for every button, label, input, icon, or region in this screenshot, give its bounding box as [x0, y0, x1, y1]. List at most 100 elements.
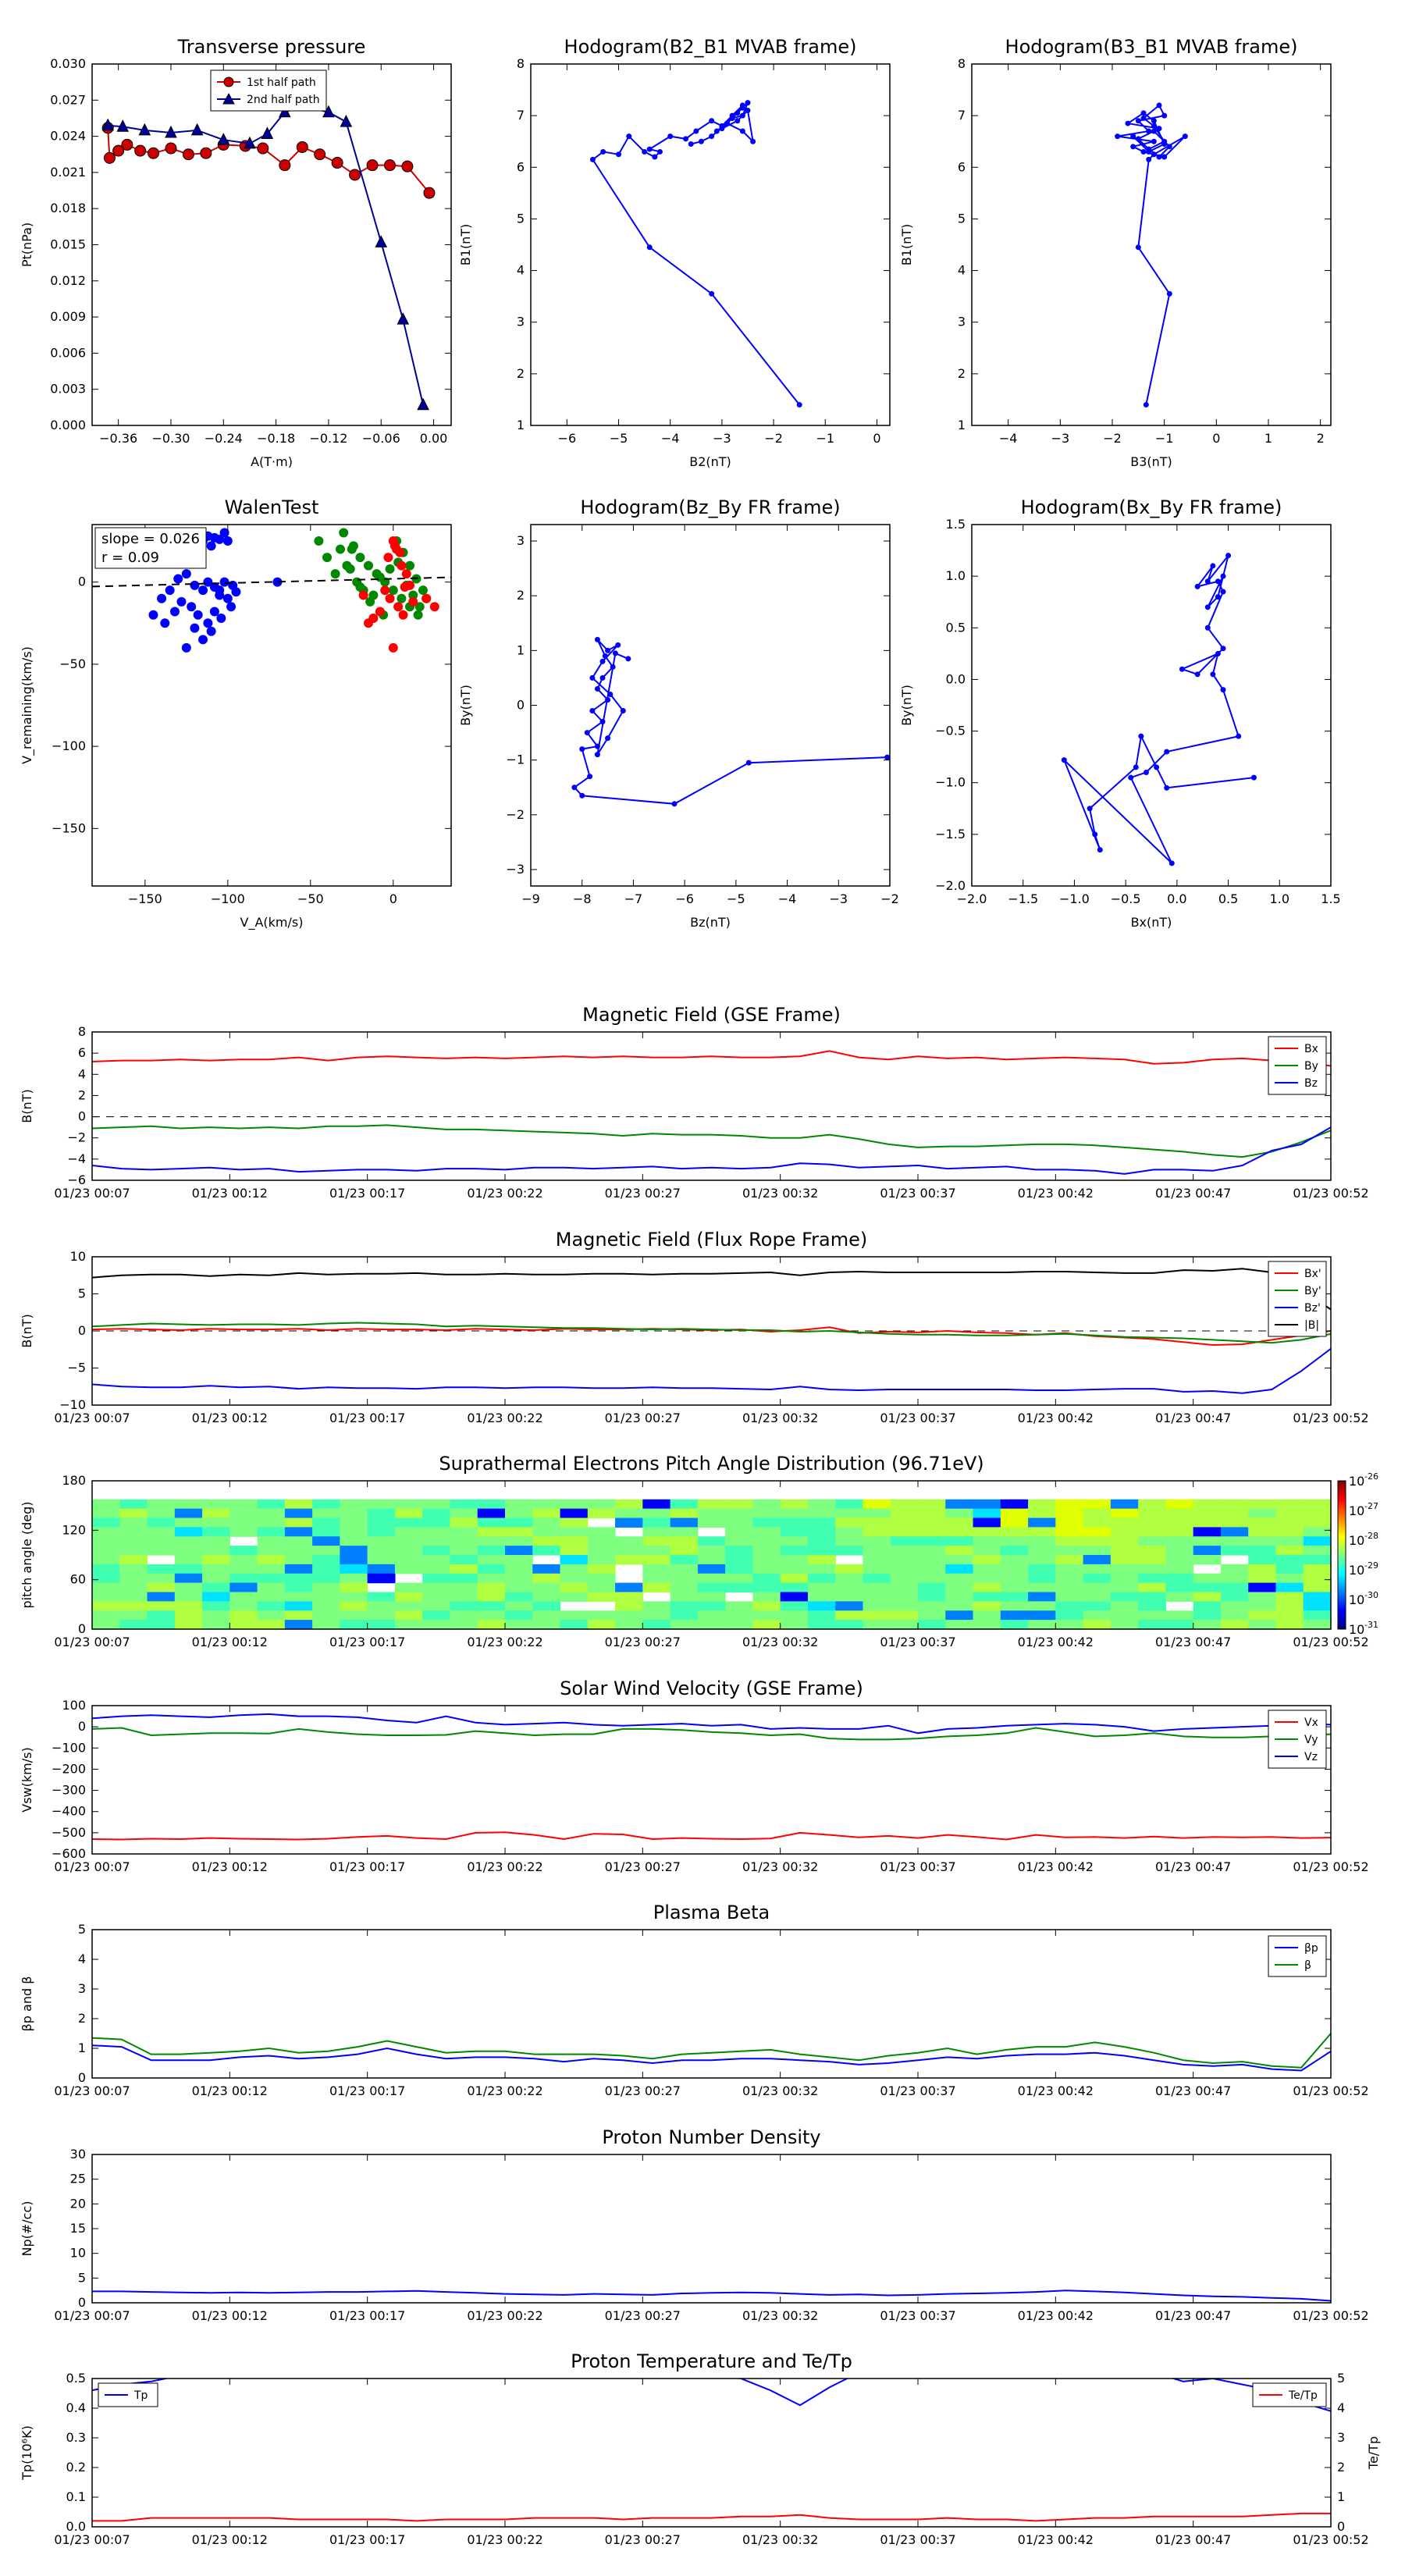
- y-tick-label: 0: [78, 1323, 86, 1338]
- heatmap-cell: [973, 1555, 1001, 1565]
- heatmap-cell: [1055, 1508, 1084, 1519]
- x-tick-label: −0.24: [205, 431, 243, 446]
- heatmap-cell: [945, 1517, 974, 1528]
- x-axis-label: A(T·m): [251, 454, 293, 469]
- data-point: [1164, 785, 1170, 791]
- x-tick-label: −50: [297, 891, 324, 906]
- heatmap-cell: [1055, 1573, 1084, 1584]
- r-annotation: r = 0.09: [101, 550, 159, 566]
- heatmap-cell: [807, 1499, 836, 1510]
- heatmap-cell: [780, 1536, 809, 1546]
- heatmap-cell: [1248, 1564, 1277, 1574]
- data-point: [148, 610, 158, 620]
- x-tick-label: 01/23 00:32: [742, 2308, 818, 2323]
- data-point: [1097, 847, 1103, 853]
- heatmap-cell: [119, 1517, 148, 1528]
- heatmap-cell: [945, 1610, 974, 1621]
- x-tick-label: −1.5: [1008, 891, 1038, 906]
- data-point: [198, 635, 208, 645]
- plot-area: [92, 1713, 1331, 1841]
- heatmap-cell: [477, 1517, 506, 1528]
- heatmap-cell: [780, 1592, 809, 1602]
- data-point: [206, 626, 216, 636]
- heatmap-cell: [367, 1592, 396, 1602]
- heatmap-cell: [697, 1592, 726, 1602]
- colorbar-tick-exponent: -31: [1364, 1620, 1378, 1630]
- heatmap-cell: [394, 1517, 423, 1528]
- heatmap-cell: [1000, 1582, 1029, 1593]
- x-tick-label: −0.30: [151, 431, 190, 446]
- data-point: [1140, 110, 1147, 116]
- heatmap-cell: [1303, 1601, 1332, 1611]
- hodogram-path: [573, 639, 887, 805]
- heatmap-cell: [1110, 1620, 1139, 1630]
- y-tick-label: 5: [78, 2270, 86, 2285]
- heatmap-cell: [367, 1564, 396, 1574]
- data-point: [222, 536, 233, 546]
- heatmap-cell: [422, 1592, 451, 1602]
- data-point: [279, 159, 291, 172]
- heatmap-cell: [670, 1582, 699, 1593]
- heatmap-cell: [1028, 1601, 1056, 1611]
- heatmap-cell: [147, 1610, 176, 1621]
- heatmap-cell: [394, 1508, 423, 1519]
- heatmap-cell: [202, 1508, 230, 1519]
- heatmap-cell: [477, 1620, 506, 1630]
- heatmap-cell: [1138, 1592, 1166, 1602]
- legend-label: By': [1304, 1285, 1321, 1297]
- heatmap-cell: [1000, 1527, 1029, 1537]
- heatmap-cell: [147, 1546, 176, 1556]
- data-point: [709, 118, 715, 124]
- x-tick-label: 01/23 00:12: [192, 1859, 268, 1874]
- data-point: [103, 151, 116, 164]
- x-tick-label: 01/23 00:22: [467, 2308, 542, 2323]
- chart-mag_fr: Magnetic Field (Flux Rope Frame)−10−5051…: [20, 1229, 1369, 1425]
- data-point: [1135, 118, 1141, 124]
- data-point: [1146, 148, 1152, 155]
- heatmap-cell: [835, 1536, 864, 1546]
- heatmap-cell: [1000, 1592, 1029, 1602]
- data-point: [198, 585, 208, 596]
- heatmap-cell: [863, 1508, 891, 1519]
- heatmap-cell: [229, 1508, 258, 1519]
- heatmap-cell: [367, 1573, 396, 1584]
- heatmap-cell: [367, 1536, 396, 1546]
- heatmap-cell: [422, 1555, 451, 1565]
- heatmap-cell: [367, 1527, 396, 1537]
- x-tick-label: 01/23 00:37: [880, 2308, 955, 2323]
- data-point: [745, 100, 751, 106]
- heatmap-cell: [973, 1573, 1001, 1584]
- chart-title: Plasma Beta: [653, 1902, 770, 1923]
- data-point: [620, 708, 626, 714]
- chart-title: Hodogram(B3_B1 MVAB frame): [1005, 36, 1298, 58]
- y-tick-label: 180: [62, 1473, 86, 1488]
- heatmap-cell: [725, 1601, 753, 1611]
- y-tick-label: 0.1: [66, 2489, 86, 2504]
- heatmap-cell: [505, 1536, 533, 1546]
- heatmap-cell: [394, 1592, 423, 1602]
- heatmap-cell: [1275, 1517, 1304, 1528]
- x-tick-label: 0.00: [420, 431, 448, 446]
- legend-label: Tp: [133, 2389, 148, 2402]
- heatmap-cell: [973, 1610, 1001, 1621]
- heatmap-cell: [312, 1573, 340, 1584]
- heatmap-cell: [532, 1582, 561, 1593]
- x-tick-label: 01/23 00:37: [880, 1411, 955, 1425]
- heatmap-cell: [229, 1592, 258, 1602]
- heatmap-cell: [340, 1517, 368, 1528]
- heatmap-cell: [890, 1527, 919, 1537]
- heatmap-cell: [973, 1582, 1001, 1593]
- heatmap-cell: [312, 1564, 340, 1574]
- heatmap-cell: [1303, 1546, 1332, 1556]
- heatmap-cell: [1028, 1592, 1056, 1602]
- heatmap-cell: [945, 1601, 974, 1611]
- heatmap-cell: [725, 1555, 753, 1565]
- heatmap-cell: [807, 1536, 836, 1546]
- heatmap-cell: [422, 1546, 451, 1556]
- heatmap-cell: [697, 1546, 726, 1556]
- data-point: [388, 585, 398, 596]
- heatmap-cell: [340, 1564, 368, 1574]
- x-tick-label: 01/23 00:32: [742, 1635, 818, 1649]
- y-tick-label: 0.3: [66, 2430, 86, 2445]
- legend-label: Vx: [1304, 1717, 1318, 1729]
